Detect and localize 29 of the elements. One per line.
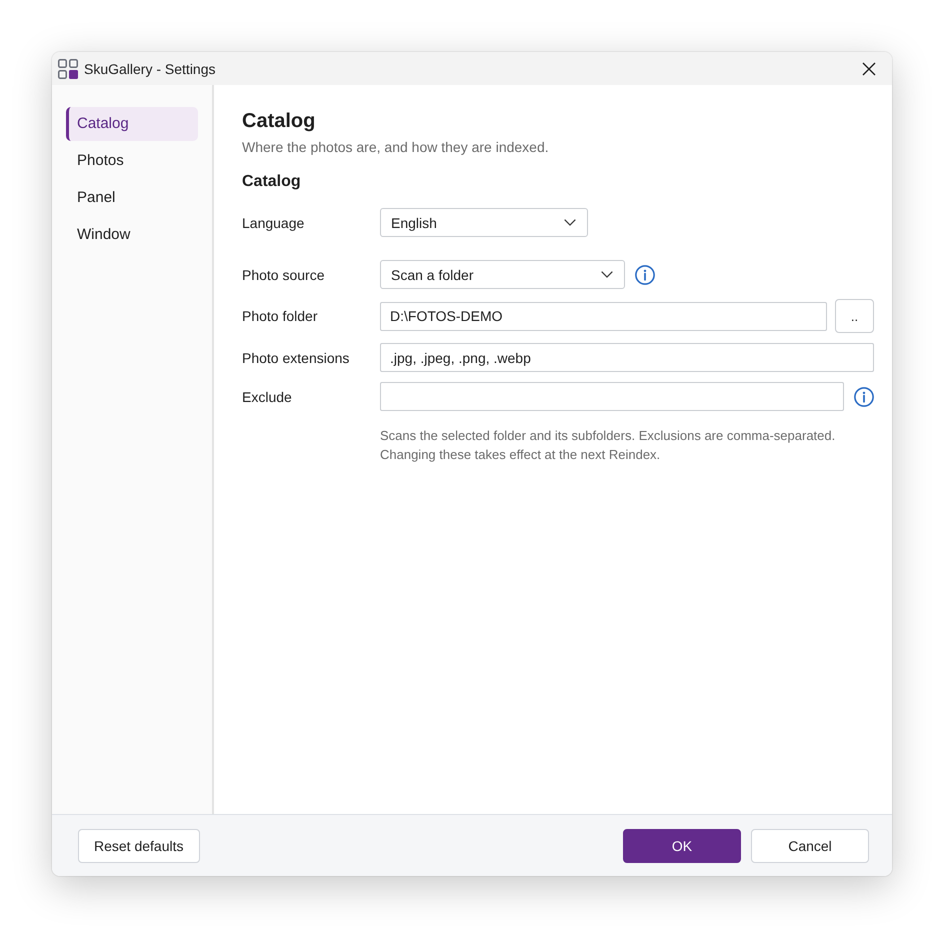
dropdown[interactable]: Scan a folder (380, 260, 625, 289)
info-icon[interactable] (854, 386, 874, 406)
input-field[interactable]: D:\FOTOS-DEMO (380, 302, 827, 330)
dropdown[interactable]: English (380, 208, 588, 237)
ok-button[interactable]: OK (623, 828, 741, 862)
sidebar-item[interactable]: Panel (66, 181, 197, 215)
sidebar-item[interactable]: Window (66, 218, 197, 252)
field-label: Photo source (242, 266, 326, 282)
close-icon (862, 62, 876, 76)
chevron-down-icon (564, 219, 576, 226)
browse-button[interactable]: .. (835, 299, 874, 333)
cancel-button[interactable]: Cancel (751, 828, 869, 862)
app-grid-icon (58, 58, 78, 78)
field-label: Photo folder (242, 308, 318, 324)
section-title: Catalog (242, 172, 302, 192)
hint-text: Scans the selected folder and its subfolders. Exclusions are comma-separated. Changing these takes effect at the next Reindex. (380, 427, 836, 464)
page-title: Catalog (242, 109, 316, 134)
window-title: SkuGallery - Settings (84, 60, 216, 76)
sidebar-item[interactable]: Catalog (66, 107, 198, 141)
field-label: Exclude (242, 388, 293, 404)
info-icon[interactable] (635, 264, 655, 284)
field-label: Photo extensions (242, 350, 350, 366)
input-field[interactable] (380, 382, 844, 411)
input-field[interactable]: .jpg, .jpeg, .png, .webp (380, 343, 874, 372)
reset-button[interactable]: Reset defaults (78, 828, 200, 862)
chevron-down-icon (601, 271, 613, 278)
page-subtitle: Where the photos are, and how they are indexed. (242, 138, 550, 156)
sidebar-item[interactable]: Photos (66, 144, 197, 178)
field-label: Language (242, 214, 306, 230)
